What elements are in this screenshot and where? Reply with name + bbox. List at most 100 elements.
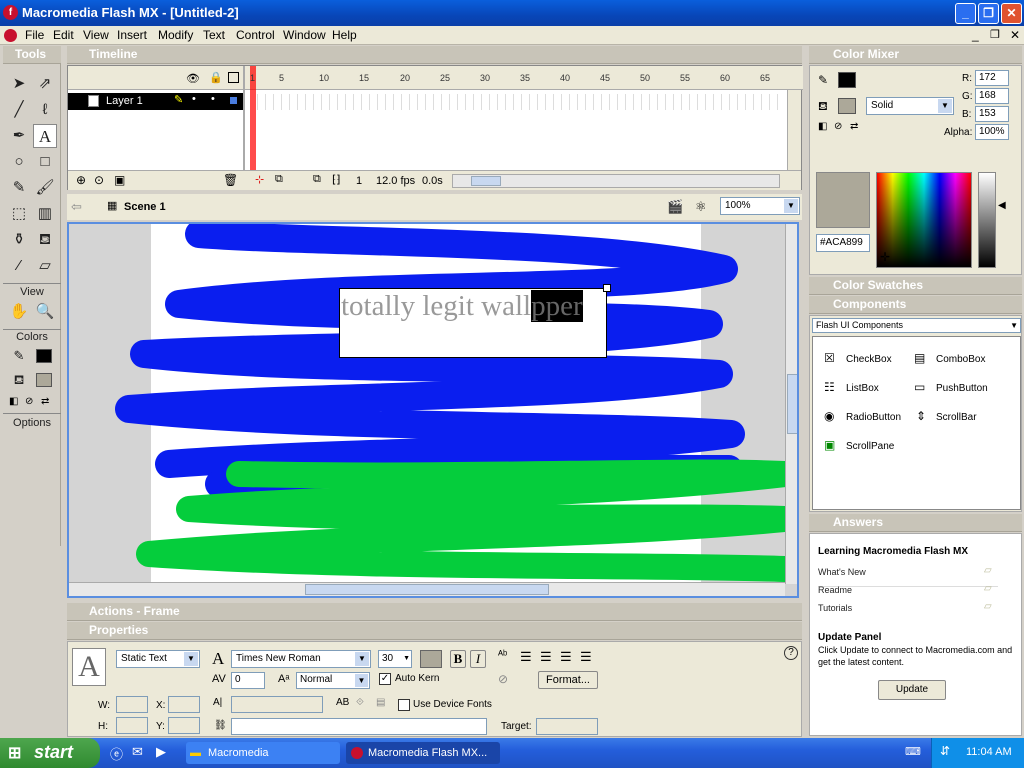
network-icon[interactable]: ⇵ bbox=[940, 744, 950, 758]
onion-skin-icon[interactable]: ⧉ bbox=[275, 173, 283, 186]
text-color-swatch[interactable] bbox=[420, 650, 442, 668]
stage-hscroll[interactable] bbox=[69, 582, 785, 596]
color-mixer-header[interactable]: Color Mixer bbox=[809, 46, 1022, 64]
update-button[interactable]: Update bbox=[878, 680, 946, 700]
b-field[interactable]: 153 bbox=[975, 106, 1009, 122]
paint-bucket-tool-icon[interactable]: ⛾ bbox=[33, 228, 57, 252]
menu-control[interactable]: Control bbox=[236, 28, 275, 42]
rectangle-tool-icon[interactable]: □ bbox=[33, 150, 57, 174]
timeline-header[interactable]: Timeline bbox=[67, 46, 802, 64]
line-tool-icon[interactable]: ╱ bbox=[7, 98, 31, 122]
align-center-icon[interactable]: ☰ bbox=[540, 649, 552, 665]
swap-colors-icon[interactable]: ⇄ bbox=[41, 396, 49, 407]
subselect-tool-icon[interactable]: ⇗ bbox=[33, 72, 57, 96]
tutorials-link[interactable]: Tutorials bbox=[818, 603, 852, 613]
email-icon[interactable]: ✉ bbox=[132, 744, 143, 760]
onion-markers-icon[interactable]: ⁅⁆ bbox=[332, 173, 341, 186]
ie-icon[interactable]: ⓔ bbox=[110, 744, 123, 763]
no-color-icon[interactable]: ⊘ bbox=[25, 396, 33, 407]
align-right-icon[interactable]: ☰ bbox=[560, 649, 572, 665]
y-field[interactable] bbox=[168, 717, 200, 734]
italic-button[interactable]: I bbox=[470, 650, 486, 668]
component-set-select[interactable]: Flash UI Components ▼ bbox=[812, 318, 1021, 333]
frame-cells[interactable] bbox=[250, 94, 780, 110]
back-arrow-icon[interactable]: ⇦ bbox=[71, 199, 82, 215]
pencil-tool-icon[interactable]: ✎ bbox=[7, 176, 31, 200]
w-field[interactable] bbox=[116, 696, 148, 713]
swap-colors-icon[interactable]: ⇄ bbox=[850, 121, 858, 132]
no-color-icon[interactable]: ⊘ bbox=[834, 121, 842, 132]
brush-tool-icon[interactable]: 🖌 bbox=[33, 176, 57, 200]
fill-bucket-icon[interactable]: ⛾ bbox=[818, 99, 828, 115]
use-device-fonts-checkbox[interactable] bbox=[398, 699, 410, 711]
ink-bottle-tool-icon[interactable]: ⚱ bbox=[7, 228, 31, 252]
component-checkbox[interactable]: CheckBox bbox=[846, 354, 892, 365]
stroke-color-swatch[interactable] bbox=[36, 349, 52, 363]
taskbar-item-macromedia[interactable]: ▬ Macromedia bbox=[186, 742, 340, 764]
outline-icon[interactable] bbox=[228, 72, 239, 83]
g-field[interactable]: 168 bbox=[975, 88, 1009, 104]
mixer-fill-swatch[interactable] bbox=[838, 98, 856, 114]
chevron-down-icon[interactable]: ▼ bbox=[938, 99, 952, 113]
visible-dot[interactable]: • bbox=[192, 93, 196, 105]
bold-button[interactable]: B bbox=[450, 650, 466, 668]
alpha-field[interactable]: 100% bbox=[975, 124, 1009, 140]
menu-modify[interactable]: Modify bbox=[158, 28, 193, 42]
free-transform-tool-icon[interactable]: ⬚ bbox=[7, 202, 31, 226]
show-border-icon[interactable]: ⟐ bbox=[356, 697, 364, 708]
doc-minimize-button[interactable]: _ bbox=[972, 28, 979, 42]
menu-text[interactable]: Text bbox=[203, 28, 225, 42]
component-pushbutton[interactable]: PushButton bbox=[936, 383, 988, 394]
component-scrollpane[interactable]: ScrollPane bbox=[846, 441, 894, 452]
text-type-select[interactable]: Static Text ▼ bbox=[116, 650, 200, 668]
timeline-hscroll[interactable] bbox=[452, 174, 780, 188]
fill-transform-tool-icon[interactable]: ▥ bbox=[33, 202, 57, 226]
properties-header[interactable]: Properties bbox=[67, 622, 802, 640]
center-frame-icon[interactable]: ⊹ bbox=[255, 173, 264, 186]
lock-dot[interactable]: • bbox=[211, 93, 215, 105]
chevron-down-icon[interactable]: ▼ bbox=[403, 655, 410, 662]
chevron-down-icon[interactable]: ▼ bbox=[784, 199, 798, 213]
h-field[interactable] bbox=[116, 717, 148, 734]
timeline-hscroll-thumb[interactable] bbox=[471, 176, 501, 186]
text-tool-icon[interactable]: A bbox=[33, 124, 57, 148]
character-options-select[interactable] bbox=[231, 696, 323, 713]
mixer-stroke-swatch[interactable] bbox=[838, 72, 856, 88]
format-button[interactable]: Format... bbox=[538, 671, 598, 689]
fill-color-swatch[interactable] bbox=[36, 373, 52, 387]
components-header[interactable]: Components bbox=[809, 296, 1022, 314]
zoom-tool-icon[interactable]: 🔍 bbox=[33, 300, 57, 324]
start-button[interactable]: ⊞ start bbox=[0, 738, 100, 768]
variable-icon[interactable]: ▤ bbox=[376, 697, 385, 708]
edit-symbol-icon[interactable]: ⚛ bbox=[695, 199, 707, 215]
font-select[interactable]: Times New Roman ▼ bbox=[231, 650, 371, 668]
text-resize-handle[interactable] bbox=[603, 284, 611, 292]
menu-insert[interactable]: Insert bbox=[117, 28, 147, 42]
add-layer-icon[interactable]: ⊕ bbox=[76, 173, 86, 187]
menu-edit[interactable]: Edit bbox=[53, 28, 74, 42]
stage-text[interactable]: totally legit wallpper bbox=[341, 290, 583, 323]
r-field[interactable]: 172 bbox=[975, 70, 1009, 86]
eyedropper-tool-icon[interactable]: ⁄ bbox=[7, 254, 31, 278]
justify-icon[interactable]: ☰ bbox=[580, 649, 592, 665]
default-colors-icon[interactable]: ◧ bbox=[9, 396, 18, 407]
add-folder-icon[interactable]: ▣ bbox=[114, 173, 125, 187]
arrow-tool-icon[interactable]: ➤ bbox=[7, 72, 31, 96]
doc-close-button[interactable]: ✕ bbox=[1010, 28, 1020, 42]
brightness-slider[interactable] bbox=[978, 172, 996, 268]
restore-button[interactable]: ❐ bbox=[978, 3, 999, 24]
text-direction-icon[interactable]: ᴬᵇ bbox=[498, 649, 507, 661]
stroke-pencil-icon[interactable]: ✎ bbox=[818, 73, 828, 87]
color-spectrum[interactable] bbox=[876, 172, 972, 268]
add-guide-icon[interactable]: ⊙ bbox=[94, 173, 104, 187]
url-link-icon[interactable]: ⊘ bbox=[498, 672, 508, 686]
text-field-box[interactable]: totally legit wallpper bbox=[339, 284, 611, 358]
chevron-down-icon[interactable]: ▼ bbox=[1010, 319, 1018, 332]
component-listbox[interactable]: ListBox bbox=[846, 383, 879, 394]
stage-vscroll[interactable] bbox=[785, 224, 797, 584]
doc-restore-button[interactable]: ❐ bbox=[990, 28, 1000, 41]
font-size-field[interactable]: 30 ▼ bbox=[378, 650, 412, 668]
stage-area[interactable]: totally legit wallpper bbox=[67, 222, 799, 598]
oval-tool-icon[interactable]: ○ bbox=[7, 150, 31, 174]
answers-header[interactable]: Answers bbox=[809, 514, 1022, 532]
